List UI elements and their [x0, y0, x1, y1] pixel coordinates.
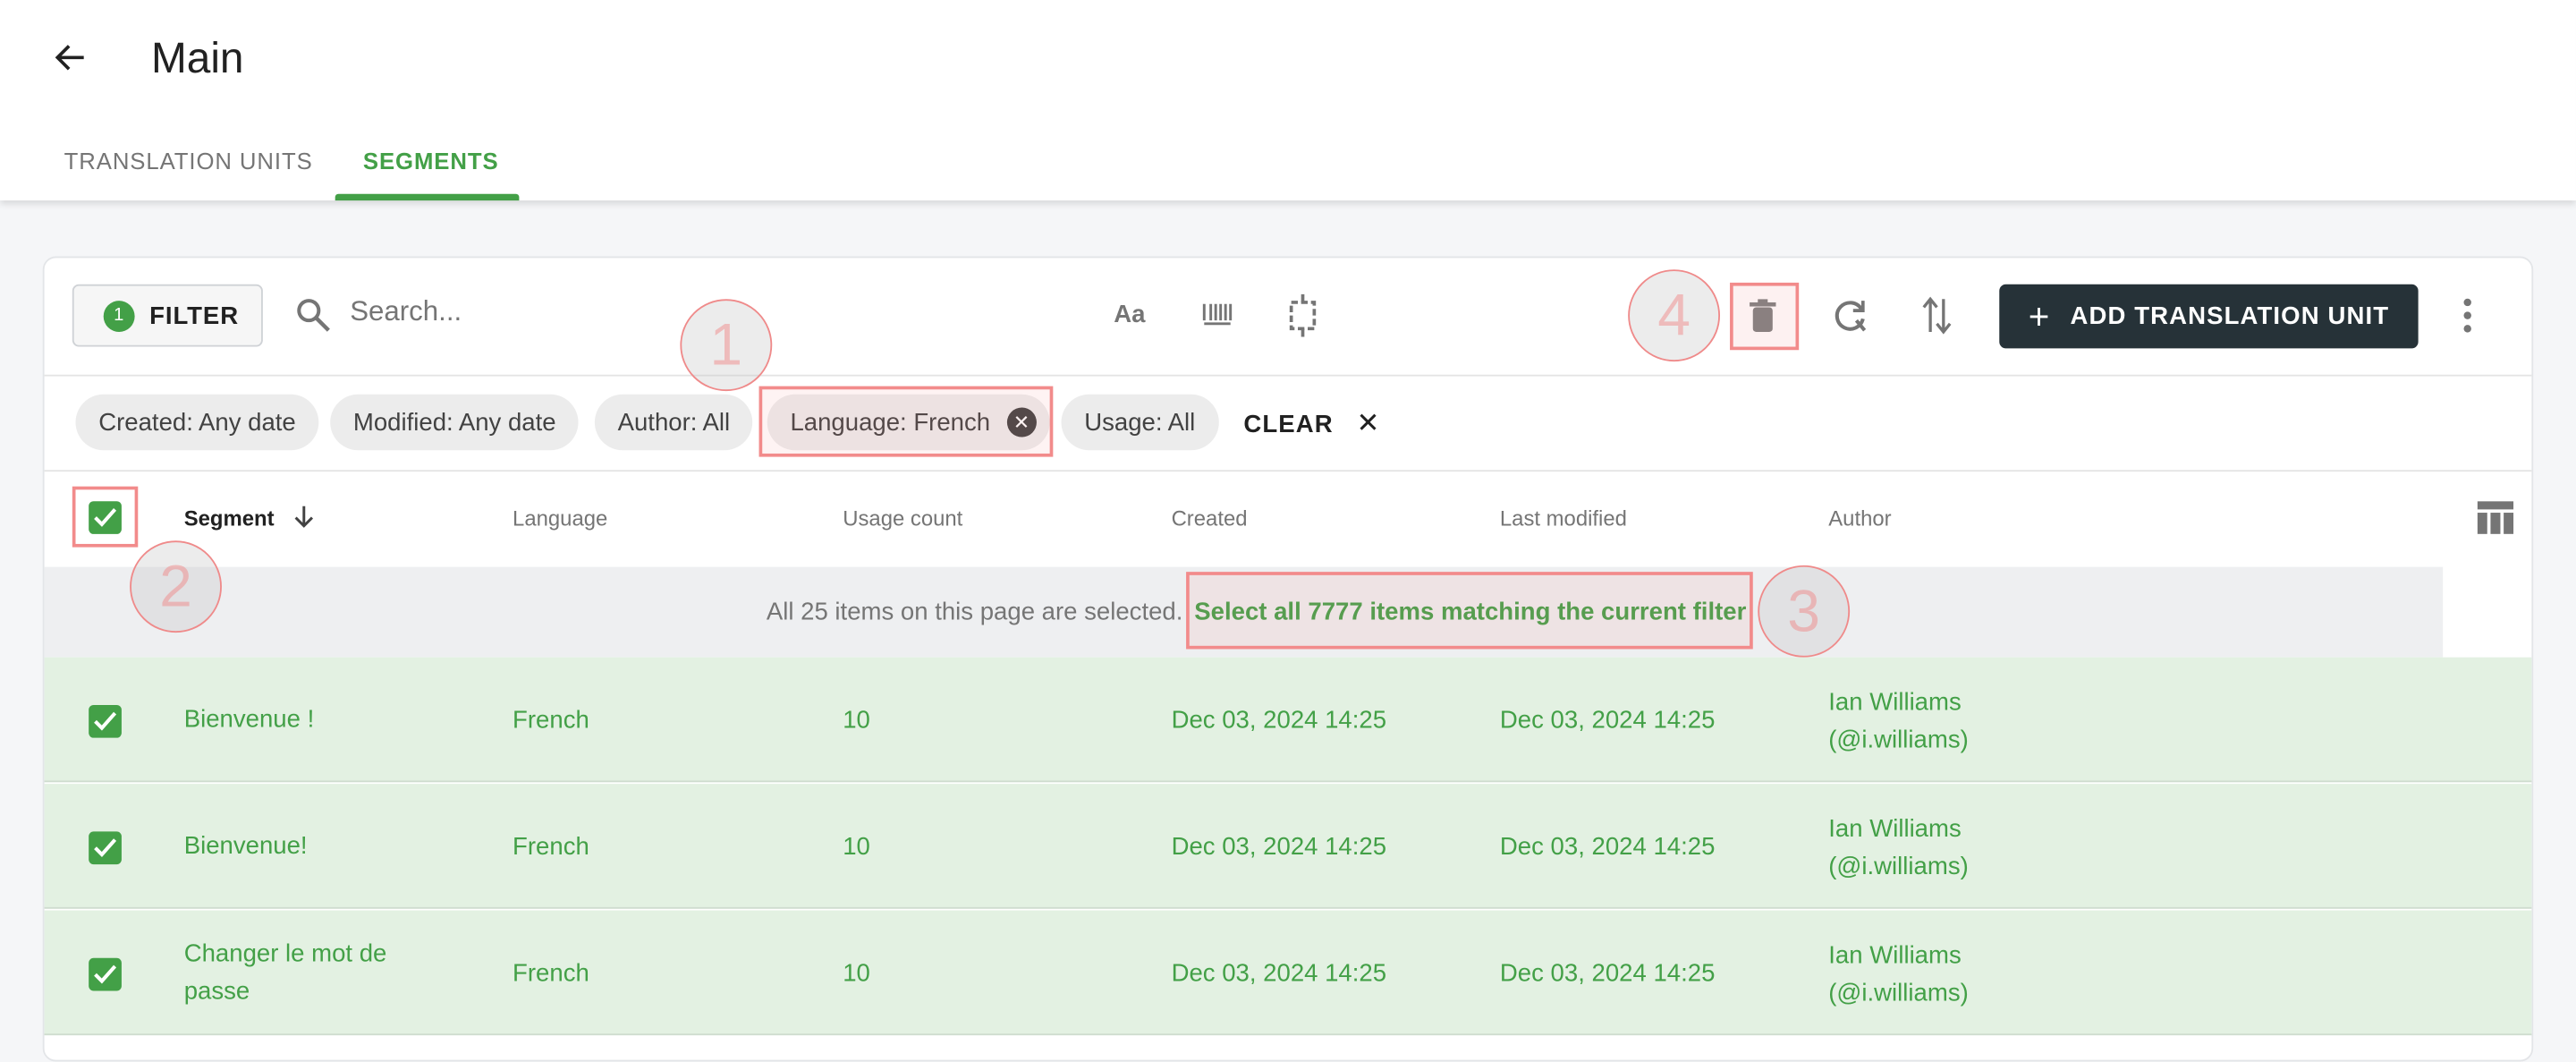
arrow-down-icon[interactable]	[294, 505, 314, 530]
cell-author: Ian Williams	[1828, 815, 1962, 844]
tab-translation-units[interactable]: TRANSLATION UNITS	[64, 148, 313, 174]
check-icon	[94, 711, 117, 731]
cell-modified: Dec 03, 2024 14:25	[1499, 833, 1716, 862]
column-header-author[interactable]: Author	[1828, 506, 1891, 531]
cell-created: Dec 03, 2024 14:25	[1171, 959, 1387, 988]
cell-modified: Dec 03, 2024 14:25	[1499, 706, 1716, 735]
cell-language: French	[513, 706, 589, 735]
cell-usage: 10	[843, 833, 870, 862]
search-input[interactable]	[350, 295, 975, 329]
annotation-marker: 4	[1628, 269, 1721, 362]
match-case-icon[interactable]: Aa	[1114, 301, 1145, 328]
crop-icon[interactable]	[1284, 293, 1320, 337]
filter-label: FILTER	[149, 302, 240, 330]
page-title: Main	[150, 32, 244, 82]
selection-status: All 25 items on this page are selected.	[766, 598, 1183, 626]
select-all-highlight	[72, 486, 139, 548]
filter-button[interactable]: 1 FILTER	[72, 284, 263, 347]
chip-label: Usage: All	[1084, 408, 1196, 437]
cell-created: Dec 03, 2024 14:25	[1171, 833, 1387, 862]
column-header-language[interactable]: Language	[513, 506, 607, 531]
cell-language: French	[513, 833, 589, 862]
chip-label: Author: All	[617, 408, 731, 437]
close-icon: ✕	[1356, 407, 1381, 439]
cell-author-handle: (@i.williams)	[1828, 726, 1969, 755]
clear-label: CLEAR	[1243, 411, 1334, 439]
cell-usage: 10	[843, 959, 870, 988]
annotation-marker: 3	[1758, 565, 1851, 658]
more-vert-icon[interactable]	[2461, 297, 2474, 333]
cell-created: Dec 03, 2024 14:25	[1171, 706, 1387, 735]
cell-language: French	[513, 959, 589, 988]
trash-icon[interactable]	[1748, 299, 1777, 334]
row-checkbox[interactable]	[89, 704, 122, 738]
chip-label: Created: Any date	[98, 408, 296, 437]
select-all-highlight-box	[1186, 572, 1753, 650]
annotation-marker: 1	[680, 299, 773, 392]
cell-modified: Dec 03, 2024 14:25	[1499, 959, 1716, 988]
add-translation-unit-button[interactable]: + ADD TRANSLATION UNIT	[1999, 284, 2419, 349]
check-icon	[94, 838, 117, 858]
language-chip-highlight	[758, 386, 1054, 457]
chip-created[interactable]: Created: Any date	[75, 394, 319, 451]
cell-segment[interactable]: Bienvenue!	[184, 828, 431, 865]
chip-usage[interactable]: Usage: All	[1061, 394, 1218, 451]
column-header-usage[interactable]: Usage count	[843, 506, 962, 531]
arrow-left-icon[interactable]	[55, 41, 88, 74]
chip-label: Modified: Any date	[352, 408, 556, 437]
cell-author: Ian Williams	[1828, 688, 1962, 717]
cell-usage: 10	[843, 706, 870, 735]
tab-segments[interactable]: SEGMENTS	[363, 148, 499, 174]
plus-icon: +	[2028, 294, 2051, 336]
add-label: ADD TRANSLATION UNIT	[2070, 302, 2390, 331]
row-checkbox[interactable]	[89, 957, 122, 991]
clear-filters-button[interactable]: CLEAR ✕	[1243, 408, 1380, 441]
cell-author: Ian Williams	[1828, 941, 1962, 970]
cell-author-handle: (@i.williams)	[1828, 979, 1969, 1007]
active-tab-indicator	[335, 193, 520, 201]
sort-icon[interactable]	[1920, 296, 1953, 336]
cell-segment[interactable]: Changer le mot de passe	[184, 935, 431, 1010]
table-columns-icon[interactable]	[2477, 501, 2514, 534]
cell-segment[interactable]: Bienvenue !	[184, 701, 431, 738]
refresh-search-icon[interactable]	[1832, 296, 1871, 336]
row-checkbox[interactable]	[89, 831, 122, 865]
annotation-marker: 2	[130, 540, 222, 633]
filter-count-badge: 1	[103, 300, 135, 332]
divider	[44, 374, 2532, 377]
barcode-icon[interactable]	[1201, 301, 1234, 330]
column-header-created[interactable]: Created	[1172, 506, 1248, 531]
column-header-modified[interactable]: Last modified	[1500, 506, 1627, 531]
check-icon	[94, 964, 117, 984]
divider	[44, 470, 2532, 472]
chip-modified[interactable]: Modified: Any date	[330, 394, 580, 451]
column-header-segment[interactable]: Segment	[184, 506, 275, 531]
cell-author-handle: (@i.williams)	[1828, 853, 1969, 881]
chip-author[interactable]: Author: All	[594, 394, 753, 451]
search-icon	[297, 299, 330, 332]
